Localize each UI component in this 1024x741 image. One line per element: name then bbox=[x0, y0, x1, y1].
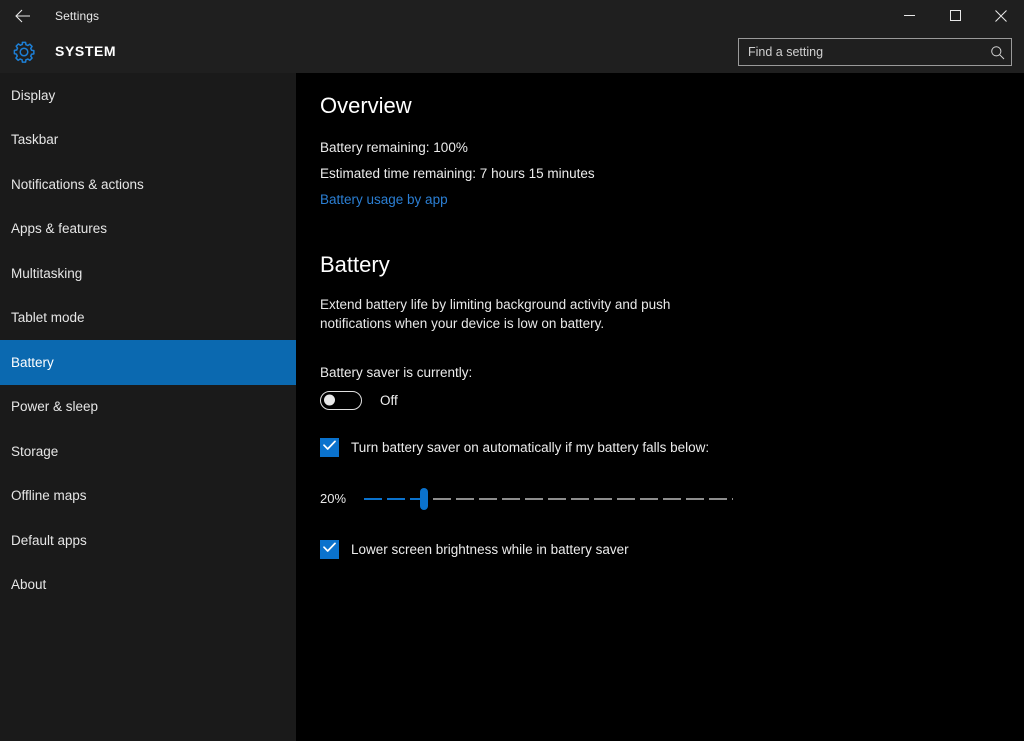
sidebar-item-storage[interactable]: Storage bbox=[0, 429, 296, 474]
back-button[interactable] bbox=[0, 0, 46, 31]
overview-heading: Overview bbox=[320, 95, 1024, 117]
battery-remaining-text: Battery remaining: 100% bbox=[320, 139, 1024, 157]
window-controls bbox=[886, 0, 1024, 31]
battery-saver-toggle[interactable] bbox=[320, 391, 362, 410]
battery-saver-toggle-state: Off bbox=[380, 393, 398, 408]
battery-threshold-slider-row: 20% bbox=[320, 486, 1024, 512]
checkmark-icon bbox=[323, 438, 336, 456]
sidebar-item-power-sleep[interactable]: Power & sleep bbox=[0, 385, 296, 430]
close-button[interactable] bbox=[978, 0, 1024, 31]
lower-brightness-row[interactable]: Lower screen brightness while in battery… bbox=[320, 540, 1024, 559]
sidebar-item-label: Display bbox=[11, 88, 55, 103]
maximize-icon bbox=[950, 10, 961, 21]
sidebar-item-offline-maps[interactable]: Offline maps bbox=[0, 474, 296, 519]
slider-thumb[interactable] bbox=[420, 488, 428, 510]
minimize-button[interactable] bbox=[886, 0, 932, 31]
sidebar: Display Taskbar Notifications & actions … bbox=[0, 73, 296, 741]
sidebar-item-battery[interactable]: Battery bbox=[0, 340, 296, 385]
sidebar-item-label: Offline maps bbox=[11, 488, 87, 503]
sidebar-item-tablet-mode[interactable]: Tablet mode bbox=[0, 296, 296, 341]
sidebar-item-default-apps[interactable]: Default apps bbox=[0, 518, 296, 563]
window-title: Settings bbox=[55, 9, 99, 23]
gear-icon bbox=[10, 38, 38, 66]
minimize-icon bbox=[904, 10, 915, 21]
close-icon bbox=[995, 10, 1007, 22]
category-header: SYSTEM bbox=[0, 31, 1024, 73]
sidebar-item-label: Power & sleep bbox=[11, 399, 98, 414]
sidebar-item-taskbar[interactable]: Taskbar bbox=[0, 118, 296, 163]
battery-heading: Battery bbox=[320, 254, 1024, 276]
lower-brightness-label: Lower screen brightness while in battery… bbox=[351, 542, 629, 557]
battery-description: Extend battery life by limiting backgrou… bbox=[320, 295, 700, 333]
checkmark-icon bbox=[323, 540, 336, 558]
sidebar-item-label: Default apps bbox=[11, 533, 87, 548]
sidebar-item-label: Multitasking bbox=[11, 266, 82, 281]
search-box[interactable] bbox=[738, 38, 1012, 66]
slider-track-fill bbox=[364, 498, 426, 500]
estimated-time-text: Estimated time remaining: 7 hours 15 min… bbox=[320, 165, 1024, 183]
sidebar-item-notifications-actions[interactable]: Notifications & actions bbox=[0, 162, 296, 207]
sidebar-item-about[interactable]: About bbox=[0, 563, 296, 608]
battery-saver-status-label: Battery saver is currently: bbox=[320, 365, 1024, 380]
search-input[interactable] bbox=[739, 39, 983, 65]
auto-battery-saver-row[interactable]: Turn battery saver on automatically if m… bbox=[320, 438, 1024, 457]
search-icon[interactable] bbox=[983, 39, 1011, 65]
lower-brightness-checkbox[interactable] bbox=[320, 540, 339, 559]
sidebar-item-apps-features[interactable]: Apps & features bbox=[0, 207, 296, 252]
main-content: Overview Battery remaining: 100% Estimat… bbox=[296, 73, 1024, 741]
auto-battery-saver-checkbox[interactable] bbox=[320, 438, 339, 457]
sidebar-item-multitasking[interactable]: Multitasking bbox=[0, 251, 296, 296]
sidebar-item-label: Storage bbox=[11, 444, 58, 459]
battery-threshold-slider[interactable] bbox=[364, 486, 733, 512]
back-arrow-icon bbox=[15, 9, 31, 23]
battery-usage-by-app-link[interactable]: Battery usage by app bbox=[320, 191, 448, 209]
maximize-button[interactable] bbox=[932, 0, 978, 31]
auto-battery-saver-label: Turn battery saver on automatically if m… bbox=[351, 440, 709, 455]
sidebar-item-label: Notifications & actions bbox=[11, 177, 144, 192]
sidebar-item-label: Apps & features bbox=[11, 221, 107, 236]
toggle-knob bbox=[324, 395, 335, 406]
sidebar-item-label: Taskbar bbox=[11, 132, 58, 147]
title-bar: Settings bbox=[0, 0, 1024, 31]
sidebar-item-label: Battery bbox=[11, 355, 54, 370]
sidebar-item-label: About bbox=[11, 577, 46, 592]
battery-threshold-value: 20% bbox=[320, 491, 364, 506]
sidebar-item-display[interactable]: Display bbox=[0, 73, 296, 118]
page-title: SYSTEM bbox=[55, 43, 116, 59]
battery-saver-toggle-row: Off bbox=[320, 391, 1024, 410]
sidebar-item-label: Tablet mode bbox=[11, 310, 85, 325]
settings-window: Settings bbox=[0, 0, 1024, 741]
